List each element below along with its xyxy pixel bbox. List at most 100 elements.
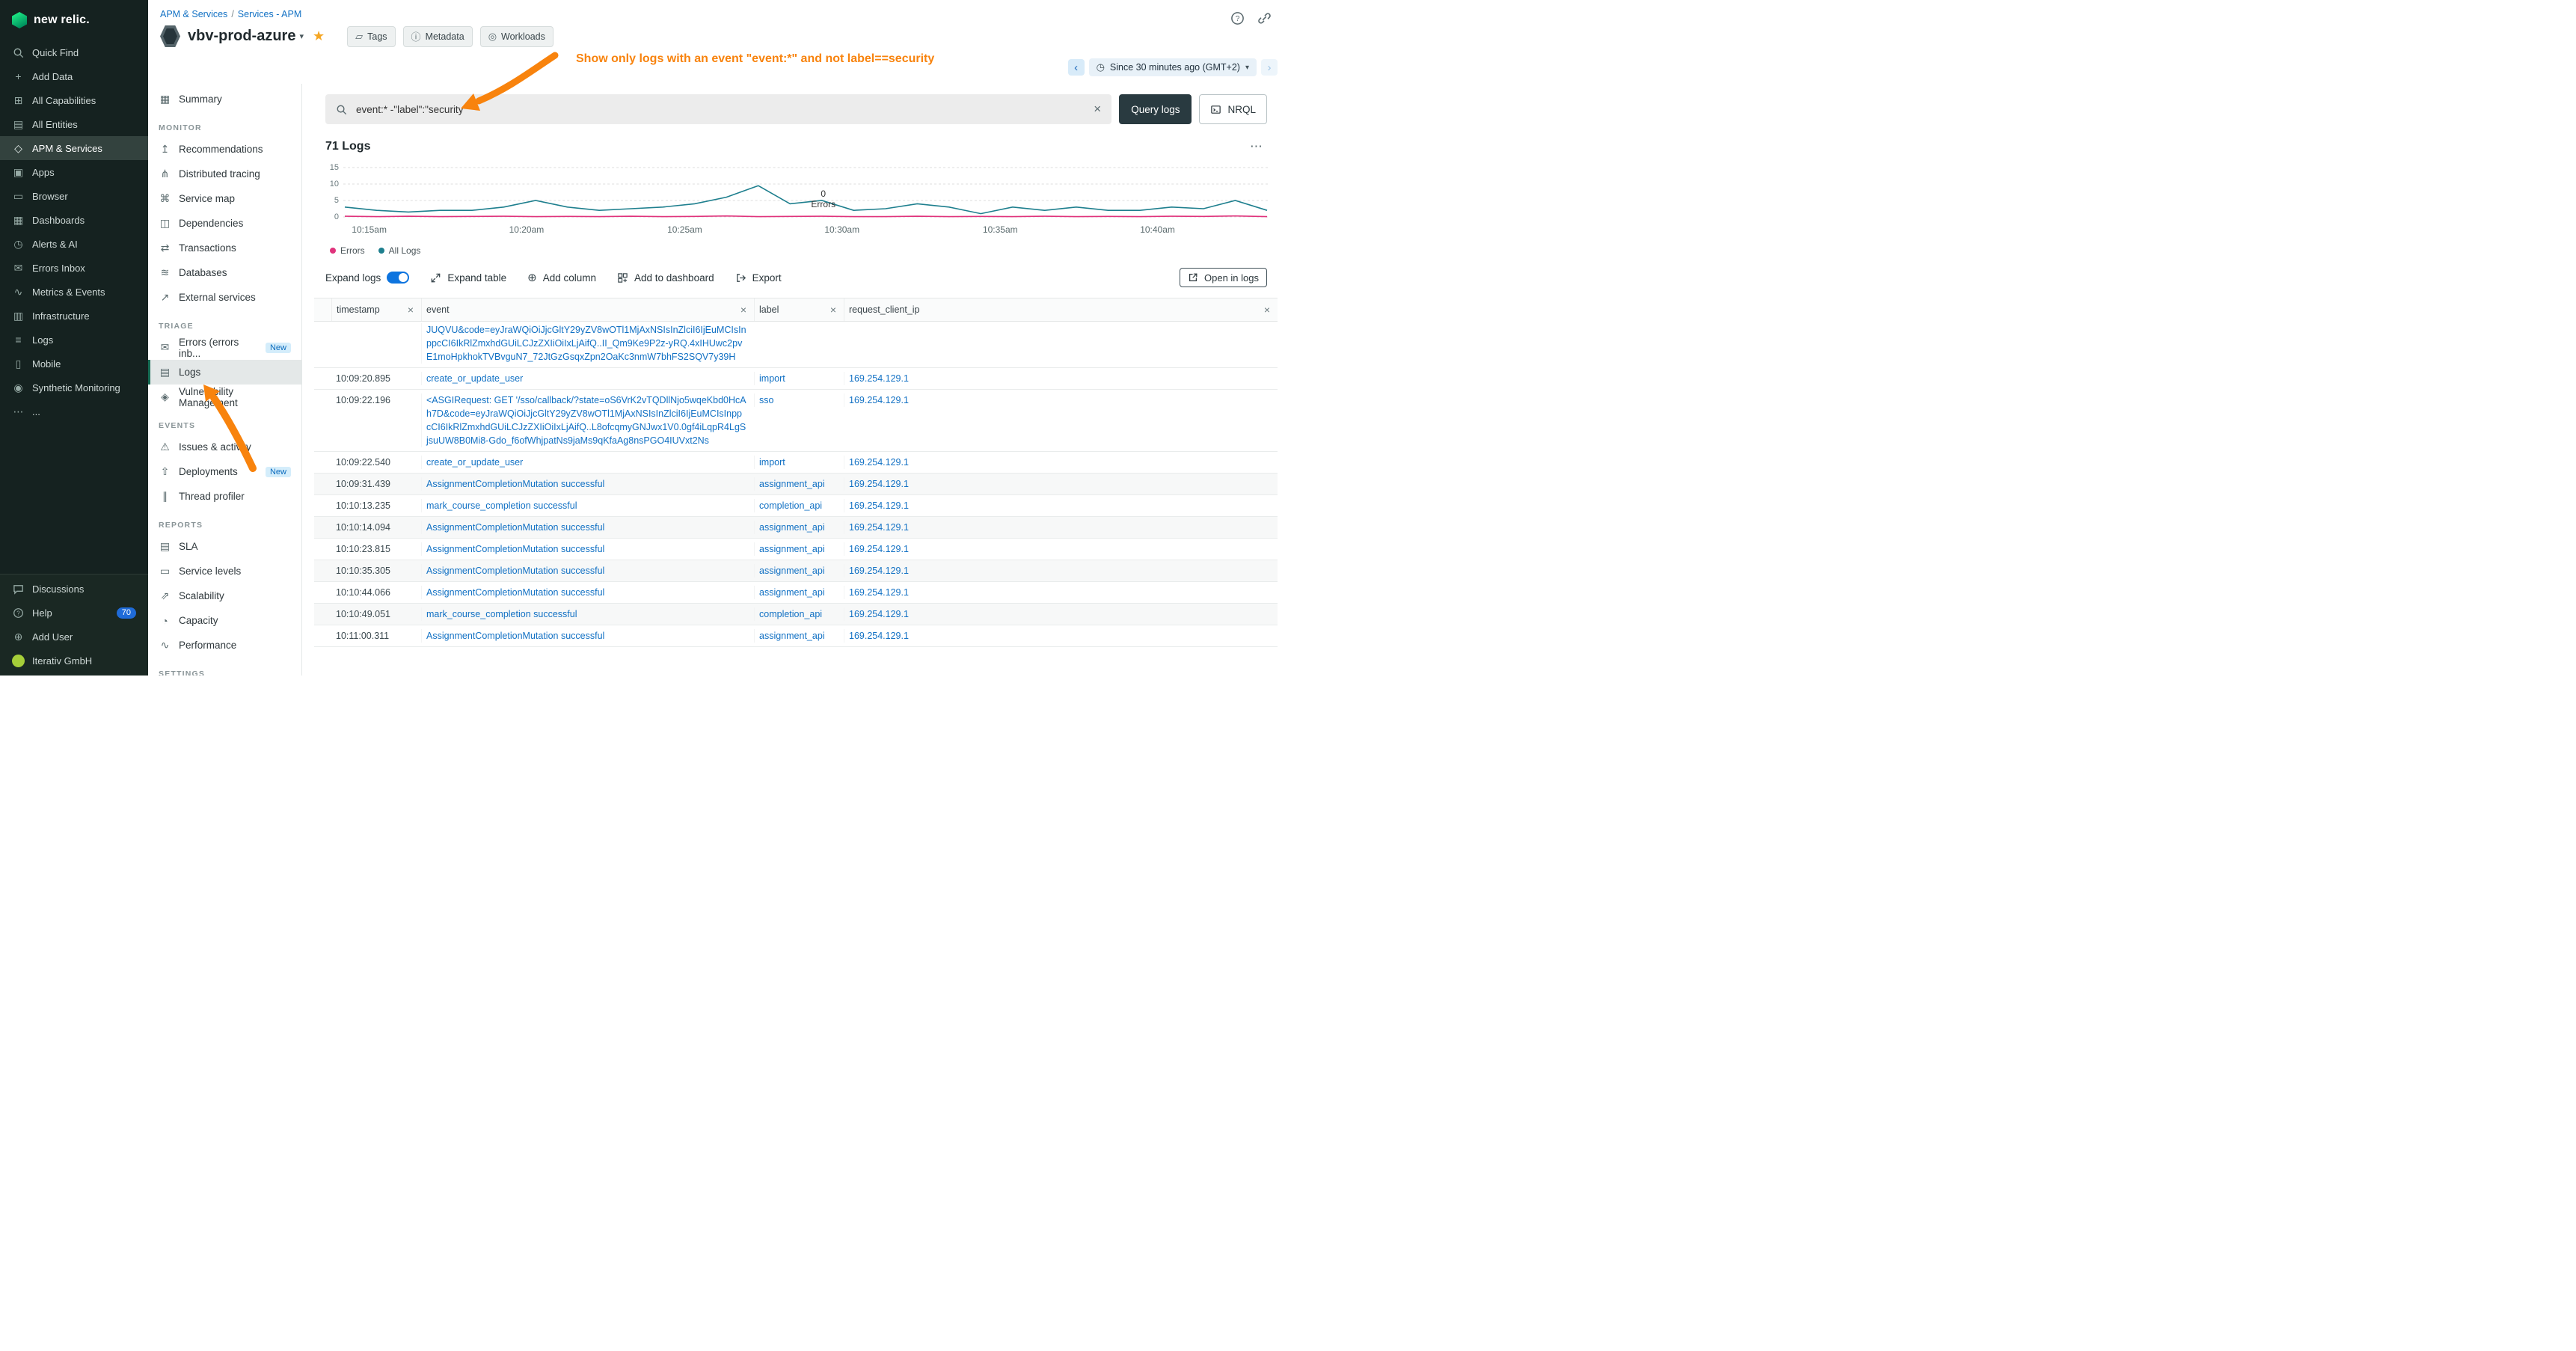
sidebar-item-metrics-events[interactable]: ∿Metrics & Events: [0, 280, 148, 304]
subnav-item-service-map[interactable]: ⌘Service map: [148, 186, 301, 211]
subnav-item-deployments[interactable]: ⇧DeploymentsNew: [148, 459, 301, 484]
subnav-item-capacity[interactable]: ◔Capacity: [148, 608, 301, 633]
log-row[interactable]: 10:10:49.051mark_course_completion succe…: [314, 604, 1278, 625]
event-link[interactable]: AssignmentCompletionMutation successful: [426, 587, 604, 598]
subnav-item-logs[interactable]: ▤Logs: [148, 360, 301, 385]
label-link[interactable]: completion_api: [759, 500, 822, 511]
open-in-logs-button[interactable]: Open in logs: [1180, 268, 1267, 287]
remove-column-icon[interactable]: ×: [1264, 304, 1270, 316]
breadcrumb-apm-services[interactable]: APM & Services: [160, 9, 227, 19]
label-link[interactable]: import: [759, 457, 785, 468]
log-row[interactable]: 10:09:31.439AssignmentCompletionMutation…: [314, 474, 1278, 495]
newrelic-logo[interactable]: new relic.: [0, 0, 148, 40]
subnav-item-service-levels[interactable]: ▭Service levels: [148, 559, 301, 583]
remove-column-icon[interactable]: ×: [408, 304, 414, 316]
sidebar-item-mobile[interactable]: ▯Mobile: [0, 352, 148, 376]
event-link[interactable]: AssignmentCompletionMutation successful: [426, 544, 604, 554]
help-circle-icon[interactable]: ?: [1230, 10, 1245, 25]
sidebar-item-errors-inbox[interactable]: ✉Errors Inbox: [0, 256, 148, 280]
legend-item-all-logs[interactable]: All Logs: [378, 245, 421, 256]
event-link[interactable]: <ASGIRequest: GET '/sso/callback/?state=…: [426, 395, 746, 446]
favorite-star-icon[interactable]: ★: [313, 28, 325, 44]
log-row[interactable]: 10:11:00.311AssignmentCompletionMutation…: [314, 625, 1278, 647]
add-to-dashboard-button[interactable]: Add to dashboard: [617, 272, 714, 284]
time-picker[interactable]: ◷ Since 30 minutes ago (GMT+2) ▾: [1089, 58, 1257, 76]
remove-column-icon[interactable]: ×: [830, 304, 836, 316]
log-row[interactable]: 10:09:22.196<ASGIRequest: GET '/sso/call…: [314, 390, 1278, 452]
sidebar-item-dashboards[interactable]: ▦Dashboards: [0, 208, 148, 232]
event-link[interactable]: mark_course_completion successful: [426, 500, 577, 511]
subnav-item-recommendations[interactable]: ↥Recommendations: [148, 137, 301, 162]
event-link[interactable]: AssignmentCompletionMutation successful: [426, 566, 604, 576]
ip-link[interactable]: 169.254.129.1: [849, 609, 909, 619]
log-row[interactable]: 10:10:44.066AssignmentCompletionMutation…: [314, 582, 1278, 604]
subnav-item-thread-profiler[interactable]: ∥Thread profiler: [148, 484, 301, 509]
label-link[interactable]: sso: [759, 395, 773, 405]
ip-link[interactable]: 169.254.129.1: [849, 457, 909, 468]
sidebar-item-quick-find[interactable]: Quick Find: [0, 40, 148, 64]
sidebar-item-logs[interactable]: ≡Logs: [0, 328, 148, 352]
log-row[interactable]: 10:10:14.094AssignmentCompletionMutation…: [314, 517, 1278, 539]
label-link[interactable]: assignment_api: [759, 566, 825, 576]
legend-item-errors[interactable]: Errors: [330, 245, 365, 256]
ip-link[interactable]: 169.254.129.1: [849, 522, 909, 533]
label-link[interactable]: assignment_api: [759, 479, 825, 489]
label-link[interactable]: assignment_api: [759, 587, 825, 598]
subnav-item-databases[interactable]: ≋Databases: [148, 260, 301, 285]
metadata-chip[interactable]: ⓘMetadata: [403, 26, 473, 47]
more-options-icon[interactable]: ⋯: [1250, 139, 1263, 154]
subnav-item-summary[interactable]: ▦Summary: [148, 87, 301, 111]
time-forward-chevron-right-icon[interactable]: ›: [1261, 59, 1278, 76]
entity-caret-down-icon[interactable]: ▾: [299, 31, 304, 41]
subnav-item-vulnerability-management[interactable]: ◈Vulnerability Management: [148, 385, 301, 409]
expand-logs-toggle[interactable]: [387, 272, 409, 284]
subnav-item-transactions[interactable]: ⇄Transactions: [148, 236, 301, 260]
subnav-item-performance[interactable]: ∿Performance: [148, 633, 301, 658]
sidebar-footer-item-help[interactable]: ?Help70: [0, 601, 148, 625]
subnav-item-issues-activity[interactable]: ⚠Issues & activity: [148, 435, 301, 459]
workloads-chip[interactable]: ◎Workloads: [480, 26, 553, 47]
log-row[interactable]: JUQVU&code=eyJraWQiOiJjcGltY29yZV8wOTl1M…: [314, 322, 1278, 368]
subnav-item-distributed-tracing[interactable]: ⋔Distributed tracing: [148, 162, 301, 186]
log-search-input[interactable]: [355, 103, 1086, 116]
event-link[interactable]: create_or_update_user: [426, 373, 523, 384]
sidebar-item-add-data[interactable]: +Add Data: [0, 64, 148, 88]
sidebar-item-[interactable]: ⋯...: [0, 399, 148, 423]
add-column-button[interactable]: ⊕ Add column: [527, 271, 596, 284]
clear-query-icon[interactable]: ×: [1094, 102, 1101, 117]
column-header-event[interactable]: event×: [421, 298, 754, 321]
column-header-request_client_ip[interactable]: request_client_ip×: [844, 298, 1278, 321]
remove-column-icon[interactable]: ×: [740, 304, 746, 316]
log-row[interactable]: 10:09:20.895create_or_update_userimport1…: [314, 368, 1278, 390]
ip-link[interactable]: 169.254.129.1: [849, 587, 909, 598]
event-link[interactable]: mark_course_completion successful: [426, 609, 577, 619]
nrql-button[interactable]: NRQL: [1199, 94, 1267, 124]
label-link[interactable]: assignment_api: [759, 522, 825, 533]
sidebar-item-apm-services[interactable]: ◇APM & Services: [0, 136, 148, 160]
subnav-item-sla[interactable]: ▤SLA: [148, 534, 301, 559]
log-row[interactable]: 10:10:13.235mark_course_completion succe…: [314, 495, 1278, 517]
time-back-chevron-left-icon[interactable]: ‹: [1068, 59, 1085, 76]
event-link[interactable]: AssignmentCompletionMutation successful: [426, 479, 604, 489]
expand-table-button[interactable]: Expand table: [430, 272, 506, 284]
log-row[interactable]: 10:10:35.305AssignmentCompletionMutation…: [314, 560, 1278, 582]
sidebar-footer-item-add-user[interactable]: ⊕Add User: [0, 625, 148, 649]
ip-link[interactable]: 169.254.129.1: [849, 479, 909, 489]
sidebar-footer-item-iterativ-gmbh[interactable]: Iterativ GmbH: [0, 649, 148, 673]
column-header-label[interactable]: label×: [754, 298, 844, 321]
event-link[interactable]: JUQVU&code=eyJraWQiOiJjcGltY29yZV8wOTl1M…: [426, 325, 746, 362]
ip-link[interactable]: 169.254.129.1: [849, 566, 909, 576]
sidebar-item-browser[interactable]: ▭Browser: [0, 184, 148, 208]
ip-link[interactable]: 169.254.129.1: [849, 395, 909, 405]
event-link[interactable]: AssignmentCompletionMutation successful: [426, 522, 604, 533]
subnav-item-scalability[interactable]: ⇗Scalability: [148, 583, 301, 608]
sidebar-item-apps[interactable]: ▣Apps: [0, 160, 148, 184]
label-link[interactable]: assignment_api: [759, 544, 825, 554]
tags-chip[interactable]: ▱Tags: [347, 26, 395, 47]
subnav-item-errors-errors-inb[interactable]: ✉Errors (errors inb...New: [148, 335, 301, 360]
subnav-item-dependencies[interactable]: ◫Dependencies: [148, 211, 301, 236]
sidebar-item-synthetic-monitoring[interactable]: ◉Synthetic Monitoring: [0, 376, 148, 399]
sidebar-item-all-entities[interactable]: ▤All Entities: [0, 112, 148, 136]
export-button[interactable]: Export: [735, 272, 782, 284]
ip-link[interactable]: 169.254.129.1: [849, 373, 909, 384]
